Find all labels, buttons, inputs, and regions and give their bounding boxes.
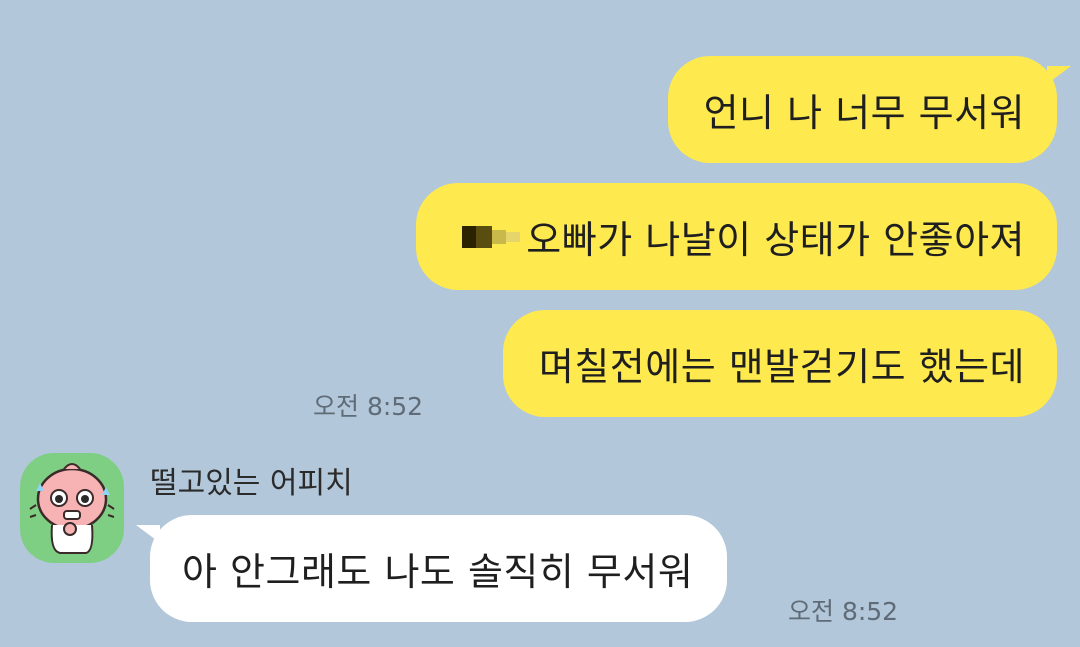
chat-room: 언니 나 너무 무서워 오빠가 나날이 상태가 안좋아져 며칠전에는 맨발걷기도… <box>0 0 1080 647</box>
bubble-tail <box>136 525 160 543</box>
avatar-illustration <box>29 463 115 554</box>
message-text: 며칠전에는 맨발걷기도 했는데 <box>538 345 1025 389</box>
outgoing-message-bubble[interactable]: 며칠전에는 맨발걷기도 했는데 <box>502 310 1057 417</box>
message-timestamp: 오전 8:52 <box>788 597 899 626</box>
message-text: 오빠가 나날이 상태가 안좋아져 <box>526 218 1025 262</box>
apeach-character-icon[interactable] <box>20 453 124 563</box>
outgoing-message-bubble[interactable]: 언니 나 너무 무서워 <box>667 56 1071 163</box>
incoming-message-bubble[interactable]: 아 안그래도 나도 솔직히 무서워 <box>136 515 728 622</box>
bubble-tail <box>1047 66 1071 84</box>
message-text: 아 안그래도 나도 솔직히 무서워 <box>182 550 694 594</box>
sender-name: 떨고있는 어피치 <box>150 466 353 501</box>
message-text: 언니 나 너무 무서워 <box>703 91 1025 135</box>
message-timestamp: 오전 8:52 <box>313 392 424 421</box>
censored-name-mosaic <box>462 220 521 254</box>
outgoing-message-bubble[interactable]: 오빠가 나날이 상태가 안좋아져 <box>416 183 1057 290</box>
